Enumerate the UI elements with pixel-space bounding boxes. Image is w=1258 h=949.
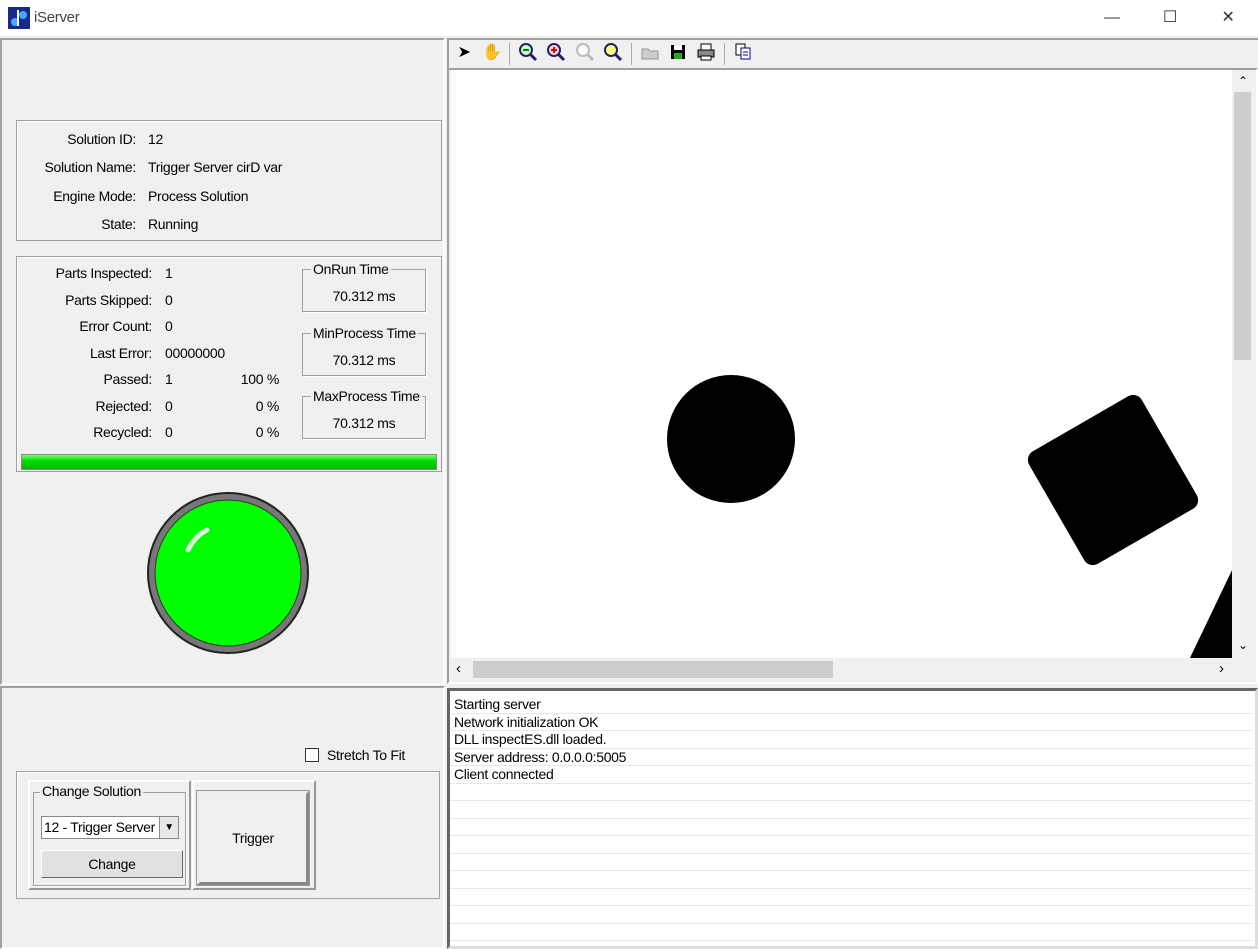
print-icon[interactable]: [694, 42, 718, 64]
trigger-frame: Trigger: [192, 780, 316, 890]
scroll-down-icon[interactable]: ⌄: [1238, 638, 1248, 652]
toolbar-divider: [509, 43, 510, 65]
maxproc-time-title: MaxProcess Time: [311, 388, 422, 404]
minproc-time-value: 70.312 ms: [332, 352, 396, 368]
stretch-to-fit-checkbox[interactable]: [305, 748, 319, 762]
onrun-time-value: 70.312 ms: [332, 288, 396, 304]
minimize-button[interactable]: —: [1083, 0, 1141, 36]
log-row: Server address: 0.0.0.0:5005: [450, 749, 1253, 766]
log-row: Starting server: [450, 696, 1253, 714]
inspection-image: [451, 70, 1232, 658]
stat-label: Error Count:: [79, 318, 152, 334]
state-value: Running: [148, 216, 199, 232]
state-label: State:: [101, 216, 136, 232]
close-button[interactable]: ✕: [1199, 0, 1257, 36]
stat-value: 1: [165, 371, 173, 387]
copy-icon[interactable]: [731, 42, 755, 64]
toolbar-divider: [724, 43, 725, 65]
progress-fill: [22, 455, 436, 469]
app-icon: [8, 7, 30, 29]
dropdown-arrow-icon[interactable]: ▼: [159, 817, 178, 838]
stat-value: 0: [165, 397, 173, 414]
stat-percent: 0 %: [255, 424, 280, 440]
log-row: Client connected: [450, 766, 1253, 784]
title-bar: iServer — ☐ ✕: [0, 0, 1258, 36]
statistics-group: Parts Inspected: 1 Parts Skipped: 0 Erro…: [16, 256, 442, 472]
log-row: Network initialization OK: [450, 714, 1253, 731]
image-viewer[interactable]: ⌃ ⌄ ‹ ›: [447, 68, 1258, 684]
solution-info-group: Solution ID: 12 Solution Name: Trigger S…: [16, 120, 442, 241]
zoom-100-icon[interactable]: [573, 42, 597, 64]
log-row: [450, 784, 1253, 801]
maxproc-time-value: 70.312 ms: [332, 415, 396, 431]
solution-id-label: Solution ID:: [67, 131, 136, 147]
circle-part: [667, 375, 795, 503]
vertical-scroll-thumb[interactable]: [1234, 92, 1251, 360]
maximize-button[interactable]: ☐: [1141, 0, 1199, 36]
horizontal-scroll-thumb[interactable]: [473, 661, 833, 678]
solution-select-value: 12 - Trigger Server: [44, 819, 156, 835]
engine-mode-label: Engine Mode:: [53, 188, 136, 204]
log-row: [450, 836, 1253, 854]
open-folder-icon[interactable]: [638, 42, 662, 64]
log-row: [450, 801, 1253, 819]
stat-percent: 0 %: [255, 397, 280, 414]
scroll-right-icon[interactable]: ›: [1219, 660, 1224, 677]
message-log[interactable]: Starting server Network initialization OK…: [447, 688, 1258, 949]
stat-label: Passed:: [103, 371, 153, 387]
log-row: [450, 889, 1253, 906]
change-button[interactable]: Change: [41, 850, 183, 878]
trigger-button[interactable]: Trigger: [196, 790, 310, 886]
log-row: [450, 854, 1253, 871]
solution-name-value: Trigger Server cirD var: [148, 159, 283, 175]
toolbar-divider: [631, 43, 632, 65]
image-toolbar: [447, 38, 1258, 68]
pan-hand-icon[interactable]: ✋: [480, 42, 504, 64]
stat-label: Parts Inspected:: [55, 265, 153, 281]
actions-group: Change Solution 12 - Trigger Server ▼ Ch…: [16, 771, 440, 899]
horizontal-scrollbar[interactable]: ‹ ›: [451, 658, 1232, 680]
log-row: [450, 871, 1253, 889]
zoom-out-icon[interactable]: [516, 42, 540, 64]
stat-value: 0: [165, 424, 173, 440]
progress-bar: [21, 454, 437, 470]
engine-mode-value: Process Solution: [148, 188, 249, 204]
stat-value: 0: [165, 291, 173, 308]
solution-id-value: 12: [148, 131, 163, 147]
stretch-to-fit-label[interactable]: Stretch To Fit: [327, 747, 405, 763]
log-row: DLL inspectES.dll loaded.: [450, 731, 1253, 749]
solution-select[interactable]: 12 - Trigger Server ▼: [41, 816, 179, 839]
zoom-fit-icon[interactable]: [601, 42, 625, 64]
minproc-time-title: MinProcess Time: [311, 325, 418, 341]
stat-value: 00000000: [165, 344, 225, 361]
stat-label: Rejected:: [95, 397, 153, 414]
pointer-icon[interactable]: ➤: [452, 42, 476, 64]
window-title: iServer: [34, 9, 80, 26]
zoom-in-icon[interactable]: [544, 42, 568, 64]
status-panel: Solution ID: 12 Solution Name: Trigger S…: [0, 38, 445, 685]
status-indicator-light: [147, 492, 309, 654]
change-solution-title: Change Solution: [40, 783, 144, 799]
log-row: [450, 819, 1253, 836]
stat-label: Recycled:: [93, 424, 152, 440]
stat-value: 0: [165, 318, 173, 334]
stat-label: Parts Skipped:: [65, 291, 152, 308]
log-row: [450, 924, 1253, 941]
solution-name-label: Solution Name:: [44, 159, 136, 175]
scroll-left-icon[interactable]: ‹: [456, 660, 461, 677]
stat-value: 1: [165, 265, 173, 281]
change-solution-frame: Change Solution 12 - Trigger Server ▼ Ch…: [28, 780, 191, 890]
stat-label: Last Error:: [89, 344, 152, 361]
stat-percent: 100 %: [240, 371, 280, 387]
save-icon[interactable]: [666, 42, 690, 64]
onrun-time-title: OnRun Time: [311, 261, 391, 277]
scroll-up-icon[interactable]: ⌃: [1238, 74, 1248, 88]
log-row: [450, 906, 1253, 924]
vertical-scrollbar[interactable]: ⌃ ⌄: [1232, 70, 1254, 658]
control-panel: Stretch To Fit Change Solution 12 - Trig…: [0, 686, 445, 949]
